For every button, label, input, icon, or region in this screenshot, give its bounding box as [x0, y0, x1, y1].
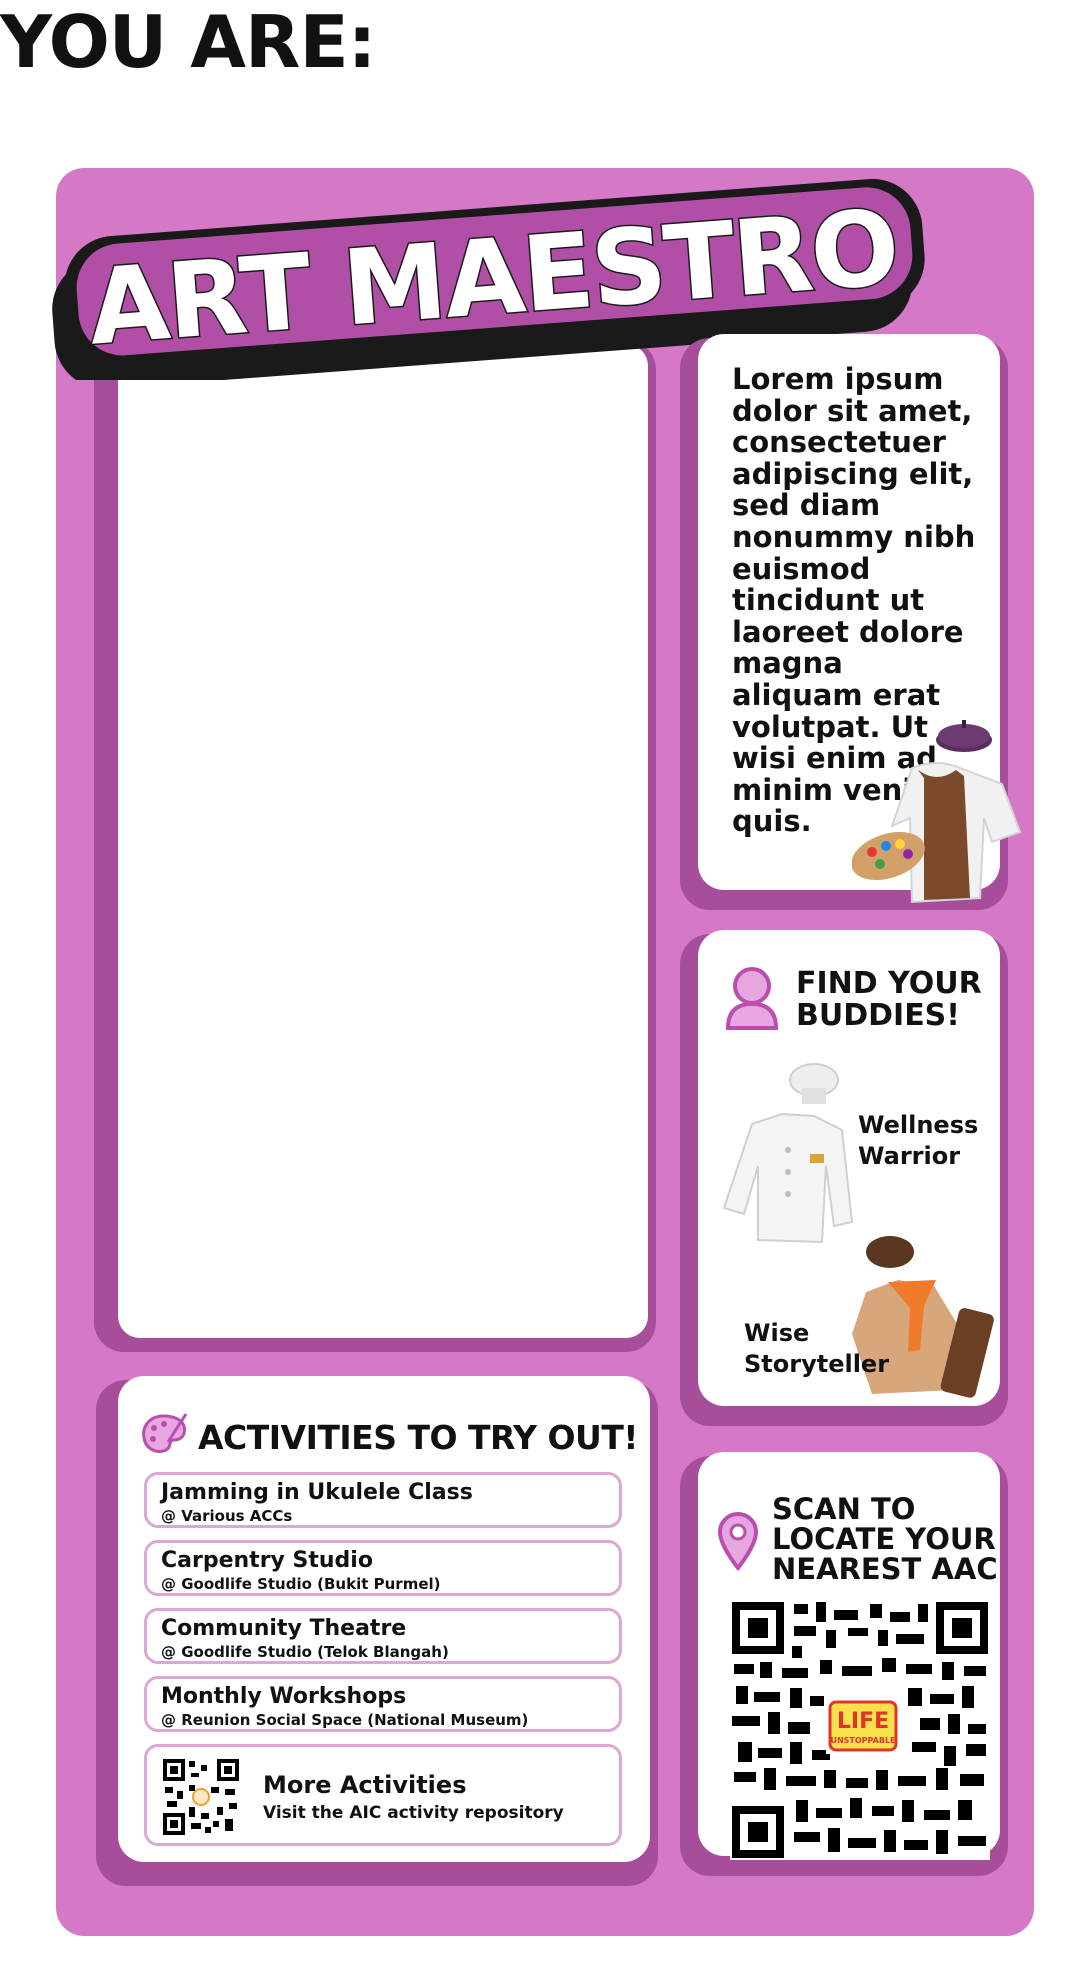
buddy2-name: Wise Storyteller [744, 1318, 889, 1380]
page-heading: YOU ARE: [0, 0, 376, 84]
buddies-title-line1: FIND YOUR [796, 966, 982, 1001]
scan-title-line2: LOCATE YOUR [772, 1522, 996, 1556]
scan-title-line1: SCAN TO [772, 1492, 916, 1526]
buddy1-name: Wellness Warrior [858, 1110, 978, 1172]
activity-name: Carpentry Studio [161, 1548, 373, 1573]
buddy1-line1: Wellness [858, 1111, 979, 1139]
qr-code-icon: LIFE UNSTOPPABLE [730, 1600, 990, 1860]
scan-title-line3: NEAREST AAC [772, 1552, 998, 1586]
person-icon [725, 967, 779, 1030]
locate-aac-qr-code[interactable]: LIFE UNSTOPPABLE [730, 1600, 990, 1860]
paint-palette-icon [142, 1413, 188, 1453]
activity-location: @ Various ACCs [161, 1507, 293, 1525]
activity-location: @ Goodlife Studio (Telok Blangah) [161, 1643, 449, 1661]
location-pin-icon [717, 1512, 759, 1572]
more-activities-subtitle: Visit the AIC activity repository [263, 1803, 564, 1823]
beret-hat-icon [936, 720, 992, 752]
activity-location: @ Reunion Social Space (National Museum) [161, 1711, 529, 1729]
photo-placeholder [118, 344, 648, 1338]
activity-item[interactable]: Monthly Workshops @ Reunion Social Space… [144, 1676, 622, 1732]
activity-name: Monthly Workshops [161, 1684, 407, 1709]
activity-name: Jamming in Ukulele Class [161, 1480, 473, 1505]
artist-smock-palette-icon [852, 762, 1022, 904]
more-activities-title: More Activities [263, 1771, 467, 1799]
activity-item[interactable]: Jamming in Ukulele Class @ Various ACCs [144, 1472, 622, 1528]
activity-location: @ Goodlife Studio (Bukit Purmel) [161, 1575, 441, 1593]
activities-title: ACTIVITIES TO TRY OUT! [198, 1418, 638, 1457]
qr-code-icon [161, 1757, 241, 1837]
activity-item[interactable]: Carpentry Studio @ Goodlife Studio (Buki… [144, 1540, 622, 1596]
buddy1-line2: Warrior [858, 1142, 961, 1170]
buddies-title-line2: BUDDIES! [796, 998, 960, 1033]
qr-logo-line2: UNSTOPPABLE [830, 1736, 895, 1745]
buddy2-line1: Wise [744, 1319, 810, 1347]
more-activities-link[interactable]: More Activities Visit the AIC activity r… [144, 1744, 622, 1846]
qr-logo-line1: LIFE [837, 1709, 889, 1734]
chef-jacket-icon [722, 1063, 854, 1244]
activity-name: Community Theatre [161, 1616, 407, 1641]
buddy2-line2: Storyteller [744, 1350, 890, 1378]
activity-item[interactable]: Community Theatre @ Goodlife Studio (Tel… [144, 1608, 622, 1664]
